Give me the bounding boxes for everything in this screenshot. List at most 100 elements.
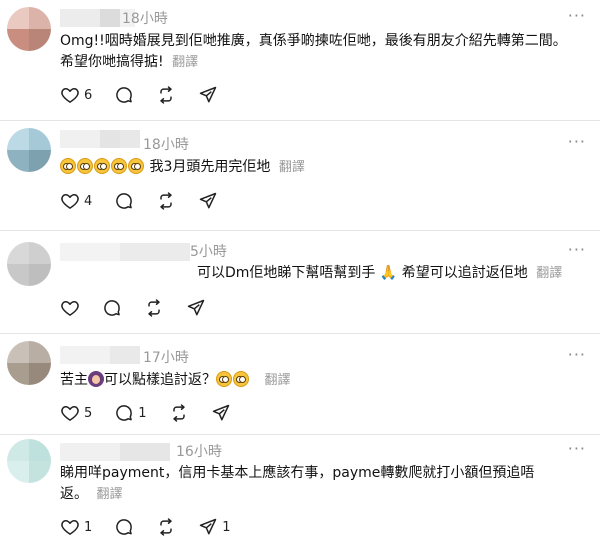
reply-body: 我3月頭先用完佢地 <box>149 159 271 175</box>
heart-icon <box>61 88 79 103</box>
repost-icon <box>160 86 173 104</box>
reply-item: 18小時 ··· Omg!!咽時婚展見到佢哋推廣，真係爭啲揀咗佢哋，最後有朋友介… <box>0 0 600 121</box>
comment-button[interactable]: 1 <box>114 403 147 423</box>
username-blurred[interactable] <box>60 443 170 461</box>
comment-count: 1 <box>138 405 147 421</box>
like-count: 6 <box>84 87 93 103</box>
more-icon[interactable]: ··· <box>568 240 586 259</box>
comment-button[interactable] <box>114 85 134 105</box>
heart-icon <box>61 406 79 421</box>
avatar[interactable] <box>7 242 51 286</box>
avatar[interactable] <box>7 341 51 385</box>
timestamp: 17小時 <box>143 350 189 366</box>
reply-body: 可以Dm佢地睇下幫唔幫到手 <box>197 265 376 281</box>
comment-button[interactable] <box>114 191 134 211</box>
reply-text: Omg!!咽時婚展見到佢哋推廣，真係爭啲揀咗佢哋，最後有朋友介紹先轉第二間。希望… <box>60 31 570 73</box>
action-bar: 6 <box>60 83 240 107</box>
reply-text: 苦主 可以點樣追討返？ 翻譯 <box>60 370 570 391</box>
reply-item: 17小時 ··· 苦主 可以點樣追討返？ 翻譯 5 1 <box>0 334 600 435</box>
more-icon[interactable]: ··· <box>568 132 586 151</box>
repost-button[interactable] <box>156 517 176 537</box>
heart-icon <box>61 520 79 535</box>
repost-button[interactable] <box>156 85 176 105</box>
like-button[interactable]: 5 <box>60 403 92 423</box>
reply-body: Omg!!咽時婚展見到佢哋推廣，真係爭啲揀咗佢哋，最後有朋友介紹先轉第二間。希望… <box>60 33 567 70</box>
reply-body: 可以點樣追討返？ <box>104 372 216 388</box>
flushed-face-emoji <box>60 158 76 174</box>
share-button[interactable] <box>198 85 218 105</box>
comment-button[interactable] <box>114 517 134 537</box>
like-count: 5 <box>84 405 93 421</box>
more-icon[interactable]: ··· <box>568 345 586 364</box>
share-icon <box>212 404 229 421</box>
reply-item: 18小時 ··· 我3月頭先用完佢地 翻譯 4 <box>0 121 600 231</box>
share-button[interactable]: 1 <box>198 517 231 537</box>
repost-icon <box>160 192 173 210</box>
comment-icon <box>116 405 133 421</box>
username-blurred[interactable] <box>60 346 140 364</box>
heart-icon <box>61 194 79 209</box>
like-button[interactable]: 4 <box>60 191 92 211</box>
like-button[interactable] <box>60 298 80 318</box>
share-icon <box>187 299 205 316</box>
share-icon <box>200 192 217 209</box>
repost-button[interactable] <box>156 191 176 211</box>
reply-body-prefix: 苦主 <box>60 372 88 388</box>
translate-link[interactable]: 翻譯 <box>172 55 198 70</box>
share-icon <box>200 86 217 103</box>
timestamp: 18小時 <box>122 11 168 27</box>
timestamp: 18小時 <box>143 137 189 153</box>
like-count: 4 <box>84 193 93 209</box>
action-bar: 1 1 <box>60 515 253 539</box>
avatar[interactable] <box>7 439 51 483</box>
comment-button[interactable] <box>102 298 122 318</box>
translate-link[interactable]: 翻譯 <box>264 373 290 388</box>
avatar[interactable] <box>7 128 51 172</box>
share-button[interactable] <box>211 403 231 423</box>
reply-text: 可以Dm佢地睇下幫唔幫到手 🙏 希望可以追討返佢地 翻譯 <box>197 263 570 284</box>
translate-link[interactable]: 翻譯 <box>279 160 305 175</box>
reply-text: 睇用咩payment，信用卡基本上應該冇事，payme轉數爬就打小額但預追唔返。… <box>60 463 555 505</box>
like-button[interactable]: 1 <box>60 517 92 537</box>
repost-icon <box>172 404 185 422</box>
pleading-face-emoji <box>216 371 232 387</box>
reply-item: 5小時 ··· 可以Dm佢地睇下幫唔幫到手 🙏 希望可以追討返佢地 翻譯 <box>0 231 600 334</box>
timestamp: 5小時 <box>190 244 227 260</box>
like-count: 1 <box>84 519 93 535</box>
more-icon[interactable]: ··· <box>568 6 586 25</box>
repost-button[interactable] <box>144 298 164 318</box>
action-bar <box>60 296 228 320</box>
folded-hands-emoji: 🙏 <box>379 265 398 281</box>
timestamp: 16小時 <box>176 444 222 460</box>
share-icon <box>200 518 217 535</box>
username-blurred[interactable] <box>60 130 140 148</box>
share-count: 1 <box>222 519 231 535</box>
share-button[interactable] <box>198 191 218 211</box>
comment-icon <box>116 87 133 103</box>
like-button[interactable]: 6 <box>60 85 92 105</box>
repost-icon <box>148 299 160 317</box>
pleading-face-emoji <box>233 371 249 387</box>
reply-text: 我3月頭先用完佢地 翻譯 <box>60 157 570 178</box>
more-icon[interactable]: ··· <box>568 439 586 458</box>
heart-icon <box>61 301 79 316</box>
flushed-face-emoji <box>128 158 144 174</box>
flushed-face-emoji <box>111 158 127 174</box>
translate-link[interactable]: 翻譯 <box>536 266 562 281</box>
comment-icon <box>116 193 133 209</box>
reply-body: 睇用咩payment，信用卡基本上應該冇事，payme轉數爬就打小額但預追唔返。 <box>60 465 535 502</box>
comment-icon <box>116 519 133 535</box>
action-bar: 4 <box>60 189 240 213</box>
person-tipping-hand-emoji <box>88 371 104 387</box>
share-button[interactable] <box>186 298 206 318</box>
flushed-face-emoji <box>94 158 110 174</box>
reply-body-continued: 希望可以追討返佢地 <box>401 265 528 281</box>
translate-link[interactable]: 翻譯 <box>96 487 122 502</box>
repost-icon <box>160 518 173 536</box>
avatar[interactable] <box>7 7 51 51</box>
reply-item: 16小時 ··· 睇用咩payment，信用卡基本上應該冇事，payme轉數爬就… <box>0 435 600 545</box>
username-blurred[interactable] <box>60 243 190 261</box>
action-bar: 5 1 <box>60 401 253 425</box>
repost-button[interactable] <box>169 403 189 423</box>
comment-icon <box>104 300 120 316</box>
